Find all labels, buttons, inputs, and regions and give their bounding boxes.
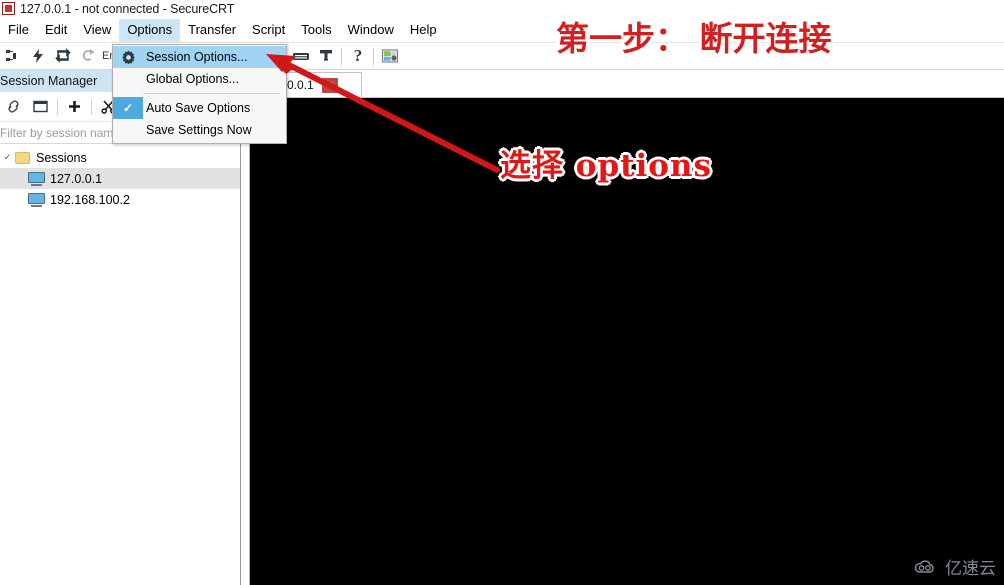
menu-item-label: Auto Save Options — [146, 101, 251, 115]
securecrt-icon — [2, 2, 15, 15]
menu-item-gutter — [113, 119, 143, 141]
computer-icon — [28, 192, 45, 207]
gear-icon — [113, 46, 143, 68]
tab-strip: 7.0.0.1 x — [242, 70, 1004, 98]
menu-item-label: Session Options... — [146, 50, 248, 64]
folder-icon — [15, 151, 30, 164]
cloud-icon — [914, 559, 934, 573]
tree-label-session: 192.168.100.2 — [50, 192, 130, 207]
sm-toolbar-separator — [91, 98, 92, 115]
tree-label-session: 127.0.0.1 — [50, 171, 103, 186]
menu-item-label: Global Options... — [146, 72, 240, 86]
panel-divider[interactable] — [242, 98, 250, 585]
help-icon-glyph: ? — [353, 46, 363, 65]
sm-toolbar-separator — [57, 98, 58, 115]
help-icon[interactable]: ? — [345, 44, 370, 68]
menu-item-session-options[interactable]: Session Options... — [113, 46, 286, 68]
menu-item-gutter — [113, 68, 143, 90]
menu-window[interactable]: Window — [340, 19, 402, 42]
new-window-icon[interactable] — [27, 94, 54, 120]
menu-item-label: Save Settings Now — [146, 123, 252, 137]
menu-options[interactable]: Options — [119, 18, 181, 42]
watermark: 亿速云 — [914, 554, 996, 579]
tree-row-session-127-0-0-1[interactable]: 127.0.0.1 — [0, 168, 240, 189]
watermark-text: 亿速云 — [945, 559, 996, 579]
reconnect-icon[interactable] — [50, 44, 75, 68]
session-tree: ✓ Sessions 127.0.0.1 192.168.100.2 — [0, 144, 240, 210]
session-manager-title: Session Manager — [0, 74, 98, 88]
menu-item-global-options[interactable]: Global Options... — [113, 68, 286, 90]
menu-transfer[interactable]: Transfer — [180, 19, 244, 42]
menubar: File Edit View Options Transfer Script T… — [0, 18, 1004, 43]
terminal-screen[interactable] — [250, 98, 1004, 585]
menu-view[interactable]: View — [75, 19, 119, 42]
menu-script[interactable]: Script — [244, 19, 293, 42]
toolbar-separator — [373, 47, 375, 65]
menu-help[interactable]: Help — [402, 19, 445, 42]
menu-item-auto-save-options[interactable]: ✓ Auto Save Options — [113, 97, 286, 119]
tree-row-session-192-168-100-2[interactable]: 192.168.100.2 — [0, 189, 240, 210]
session-manager-panel: Session Manager Filter by session name ✓… — [0, 70, 241, 585]
quick-connect-icon[interactable] — [25, 44, 50, 68]
tree-row-sessions-root[interactable]: ✓ Sessions — [0, 147, 240, 168]
check-icon: ✓ — [113, 97, 143, 119]
window-titlebar: 127.0.0.1 - not connected - SecureCRT — [0, 0, 1004, 17]
link-icon[interactable] — [0, 94, 27, 120]
menu-item-save-settings-now[interactable]: Save Settings Now — [113, 119, 286, 141]
tree-label-sessions: Sessions — [36, 150, 87, 165]
options-dropdown-menu: Session Options... Global Options... ✓ A… — [112, 44, 287, 144]
expand-toggle-icon[interactable]: ✓ — [0, 152, 15, 163]
key-icon[interactable] — [313, 44, 338, 68]
keyboard-icon[interactable] — [288, 44, 313, 68]
session-filter-placeholder: Filter by session name — [0, 125, 121, 140]
toolbar-separator — [341, 47, 343, 65]
connect-icon[interactable] — [0, 44, 25, 68]
add-session-icon[interactable] — [61, 94, 88, 120]
menu-separator — [143, 93, 280, 94]
session-manager-icon[interactable] — [377, 44, 402, 68]
disconnect-icon[interactable] — [75, 44, 100, 68]
menu-edit[interactable]: Edit — [37, 19, 75, 42]
menu-file[interactable]: File — [0, 19, 37, 42]
close-icon[interactable]: x — [321, 77, 338, 93]
window-title: 127.0.0.1 - not connected - SecureCRT — [20, 1, 235, 16]
menu-tools[interactable]: Tools — [293, 19, 339, 42]
computer-icon — [28, 171, 45, 186]
